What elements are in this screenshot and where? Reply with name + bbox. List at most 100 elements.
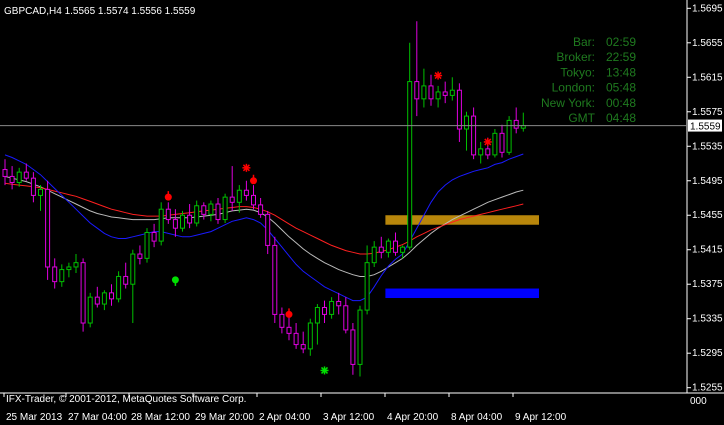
price-tick-label: 1.5535 [692, 141, 723, 152]
candle-body [364, 262, 370, 311]
candle-body [137, 253, 143, 259]
price-tick-label: 1.5655 [692, 38, 723, 49]
candle [506, 116, 512, 155]
candle-body [350, 329, 356, 365]
candle [80, 258, 86, 332]
info-row-label: Bar: [573, 35, 595, 49]
price-tick-label: 1.5335 [692, 314, 723, 325]
candle-body [513, 119, 519, 129]
candle-body [407, 81, 413, 248]
candle-body [329, 300, 335, 315]
candle-body [421, 85, 427, 100]
candle-body [151, 231, 157, 242]
info-row-label: New York: [541, 96, 595, 110]
candle-body [456, 89, 462, 130]
candle-body [371, 246, 377, 264]
info-row-label: Tokyo: [560, 65, 595, 79]
candle-body [87, 296, 93, 324]
candle-body [130, 253, 136, 285]
candle-body [215, 203, 221, 221]
copyright-footer: IFX-Trader, © 2001-2012, MetaQuotes Soft… [6, 394, 246, 405]
candle-body [293, 332, 299, 346]
price-tick-label: 1.5255 [692, 383, 723, 394]
info-row-label: London: [552, 81, 595, 95]
info-row-value: 05:48 [606, 81, 636, 95]
candle-body [322, 307, 327, 315]
price-tick-label: 1.5495 [692, 176, 723, 187]
red-star-signal [483, 137, 492, 146]
candle [272, 236, 278, 324]
candle [45, 180, 51, 280]
info-row-value: 04:48 [606, 111, 636, 125]
candle-body [144, 231, 150, 259]
candle-body [16, 171, 22, 183]
candle-body [393, 240, 398, 253]
candle-body [9, 175, 15, 183]
candle-body [236, 189, 242, 203]
chart-window[interactable]: 1.5695 1.5655 1.5615 1.5575 1.5535 1.5495 1.54… [0, 0, 724, 425]
time-tick-label: 3 Apr 12:00 [323, 412, 375, 423]
current-price-label: 1.5559 [690, 122, 721, 133]
price-tick-label: 1.5295 [692, 348, 723, 359]
time-tick-label: 4 Apr 20:00 [387, 412, 439, 423]
candle-body [52, 266, 58, 283]
candle-body [485, 148, 491, 156]
time-tick-label: 25 Mar 2013 [6, 412, 63, 423]
candle-body [336, 300, 342, 307]
info-row-value: 00:48 [606, 96, 636, 110]
candle [87, 292, 93, 328]
candle-body [343, 305, 349, 331]
candle-body [272, 244, 278, 315]
candle-body [116, 275, 122, 300]
red-star-signal [434, 71, 443, 80]
candle-body [435, 91, 441, 100]
candle-body [499, 132, 505, 153]
candle-body [286, 326, 292, 334]
candle-body [194, 205, 200, 224]
candle-body [243, 189, 249, 196]
candle-body [109, 292, 114, 300]
candle-body [59, 269, 65, 283]
price-tick-label: 1.5615 [692, 72, 723, 83]
candle-body [258, 204, 264, 215]
candle-body [378, 246, 384, 253]
info-row-value: 22:59 [606, 50, 636, 64]
candle-body [94, 296, 100, 305]
candle-body [400, 246, 406, 253]
blue-zone [385, 288, 539, 299]
candle-body [464, 115, 469, 130]
green-star-signal [320, 366, 329, 375]
time-tick-label: 28 Mar 12:00 [131, 412, 190, 423]
candle [492, 129, 498, 158]
time-tick-label: 9 Apr 12:00 [515, 412, 567, 423]
candle-body [414, 81, 420, 100]
candle-body [229, 196, 235, 203]
candle-body [158, 208, 164, 242]
price-tick-label: 1.5575 [692, 107, 723, 118]
candle-body [80, 262, 86, 324]
price-tick-label: 1.5455 [692, 210, 723, 221]
candle-body [208, 203, 214, 215]
red-star-signal [242, 163, 251, 172]
symbol-line: GBPCAD,H4 1.5565 1.5574 1.5556 1.5559 [4, 6, 196, 17]
candle-body [314, 307, 320, 324]
candle-body [180, 214, 185, 229]
candle [144, 228, 150, 263]
candle-body [385, 240, 391, 253]
candle-body [478, 148, 484, 156]
candle-body [471, 115, 477, 156]
info-row-label: GMT [568, 111, 595, 125]
candle-body [265, 213, 271, 246]
scroll-label: 000 [690, 396, 707, 407]
price-tick-label: 1.5415 [692, 245, 723, 256]
info-row-value: 13:48 [606, 65, 636, 79]
candle-body [300, 344, 306, 350]
candle-body [66, 266, 72, 271]
candle-body [449, 89, 455, 96]
time-tick-label: 2 Apr 04:00 [259, 412, 311, 423]
candle-body [2, 169, 8, 177]
candle-body [165, 208, 171, 221]
candle [158, 202, 164, 246]
candle-body [492, 132, 498, 156]
price-chart[interactable]: 1.5695 1.5655 1.5615 1.5575 1.5535 1.5495 1.54… [0, 0, 724, 425]
